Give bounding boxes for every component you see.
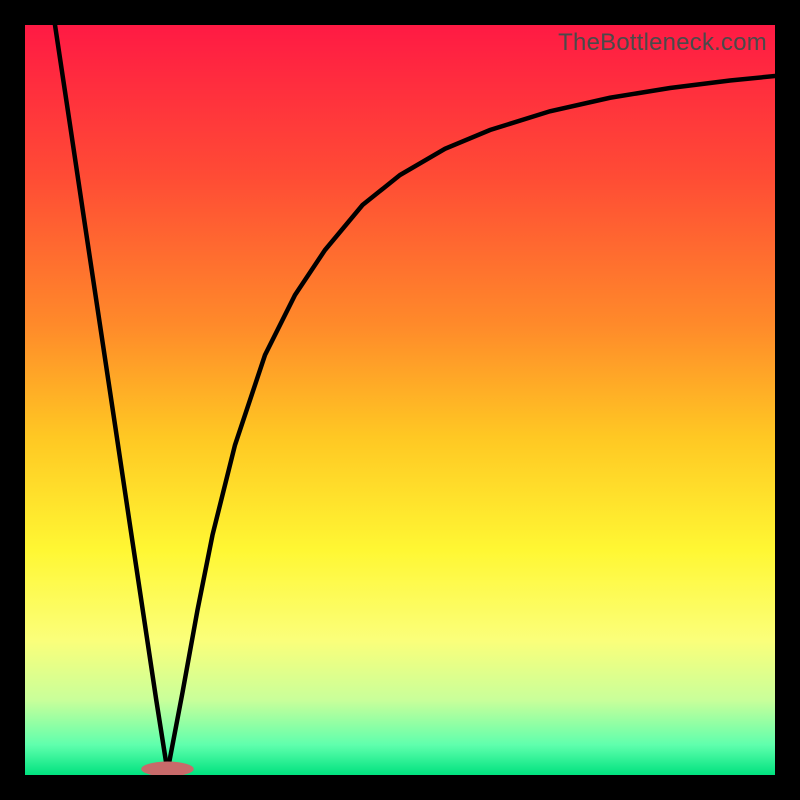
chart-frame: TheBottleneck.com	[0, 0, 800, 800]
chart-svg	[25, 25, 775, 775]
gradient-background	[25, 25, 775, 775]
plot-area: TheBottleneck.com	[25, 25, 775, 775]
